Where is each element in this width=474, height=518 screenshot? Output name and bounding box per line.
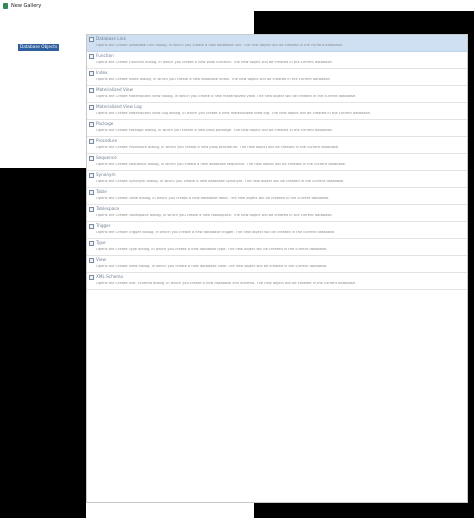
item-description: Opens the Create XML Schema dialog, in w…	[96, 282, 356, 285]
item-head: Synonym	[89, 172, 464, 179]
item-head: Type	[89, 240, 464, 247]
item-label: Table	[96, 189, 107, 195]
item-description: Opens the Create Function dialog, in whi…	[96, 61, 333, 64]
item-description: Opens the Create Materialized View dialo…	[96, 95, 357, 98]
list-item[interactable]: Materialized View Opens the Create Materi…	[87, 86, 467, 103]
materialized-view-log-icon	[89, 105, 94, 110]
item-head: XML Schema	[89, 274, 464, 281]
item-description: Opens the Create Procedure dialog, in wh…	[96, 146, 340, 149]
item-label: Materialized View	[96, 87, 133, 93]
item-label: Tablespace	[96, 206, 120, 212]
item-label: Materialized View Log	[96, 104, 142, 110]
item-head: Procedure	[89, 138, 464, 145]
background-region-left	[0, 168, 86, 518]
item-description: Opens the Create Package dialog, in whic…	[96, 129, 333, 132]
list-item[interactable]: Synonym Opens the Create Synonym dialog, …	[87, 171, 467, 188]
materialized-view-icon	[89, 88, 94, 93]
item-head: Function	[89, 53, 464, 60]
item-description: Opens the Create Tablespace dialog, in w…	[96, 214, 333, 217]
synonym-icon	[89, 173, 94, 178]
item-head: Index	[89, 70, 464, 77]
procedure-icon	[89, 139, 94, 144]
list-item[interactable]: Procedure Opens the Create Procedure dial…	[87, 137, 467, 154]
xml-schema-icon	[89, 275, 94, 280]
item-label: Type	[96, 240, 106, 246]
window-title: New Gallery	[11, 2, 42, 9]
items-list: Database Link Opens the Create Database L…	[86, 34, 468, 503]
index-icon	[89, 71, 94, 76]
item-head: Trigger	[89, 223, 464, 230]
item-description: Opens the Create Type dialog, in which y…	[96, 248, 328, 251]
category-database-objects[interactable]: Database Objects	[18, 44, 60, 51]
item-label: XML Schema	[96, 274, 123, 280]
item-head: Database Link	[89, 36, 464, 43]
item-head: View	[89, 257, 464, 264]
list-item[interactable]: Trigger Opens the Create Trigger dialog, …	[87, 222, 467, 239]
item-head: Package	[89, 121, 464, 128]
item-head: Sequence	[89, 155, 464, 162]
item-description: Opens the Create Table dialog, in which …	[96, 197, 330, 200]
item-description: Opens the Create Materialized View Log d…	[96, 112, 371, 115]
item-label: Function	[96, 53, 114, 59]
item-description: Opens the Create Synonym dialog, in whic…	[96, 180, 345, 183]
list-item[interactable]: Sequence Opens the Create Sequence dialog…	[87, 154, 467, 171]
list-item[interactable]: Tablespace Opens the Create Tablespace di…	[87, 205, 467, 222]
item-description: Opens the Create Database Link dialog, i…	[96, 44, 343, 47]
list-item[interactable]: View Opens the Create View dialog, in whi…	[87, 256, 467, 273]
trigger-icon	[89, 224, 94, 229]
item-label: Index	[96, 70, 108, 76]
item-label: Trigger	[96, 223, 111, 229]
view-icon	[89, 258, 94, 263]
item-head: Materialized View Log	[89, 104, 464, 111]
item-label: Synonym	[96, 172, 116, 178]
table-icon	[89, 190, 94, 195]
item-label: Sequence	[96, 155, 117, 161]
item-head: Materialized View	[89, 87, 464, 94]
list-item[interactable]: Type Opens the Create Type dialog, in whi…	[87, 239, 467, 256]
item-description: Opens the Create Trigger dialog, in whic…	[96, 231, 336, 234]
item-head: Tablespace	[89, 206, 464, 213]
list-item[interactable]: Package Opens the Create Package dialog, …	[87, 120, 467, 137]
function-icon	[89, 54, 94, 59]
item-label: View	[96, 257, 106, 263]
item-description: Opens the Create Sequence dialog, in whi…	[96, 163, 347, 166]
type-icon	[89, 241, 94, 246]
item-description: Opens the Create Index dialog, in which …	[96, 78, 331, 81]
title-bar: New Gallery	[0, 0, 474, 11]
item-label: Package	[96, 121, 114, 127]
item-label: Database Link	[96, 36, 126, 42]
list-item[interactable]: Function Opens the Create Function dialog…	[87, 52, 467, 69]
item-label: Procedure	[96, 138, 118, 144]
list-item[interactable]: Index Opens the Create Index dialog, in w…	[87, 69, 467, 86]
list-item[interactable]: Table Opens the Create Table dialog, in w…	[87, 188, 467, 205]
sequence-icon	[89, 156, 94, 161]
list-item[interactable]: XML Schema Opens the Create XML Schema di…	[87, 273, 467, 290]
item-description: Opens the Create View dialog, in which y…	[96, 265, 328, 268]
list-item[interactable]: Database Link Opens the Create Database L…	[87, 35, 467, 52]
list-item[interactable]: Materialized View Log Opens the Create Ma…	[87, 103, 467, 120]
item-head: Table	[89, 189, 464, 196]
tablespace-icon	[89, 207, 94, 212]
package-icon	[89, 122, 94, 127]
app-icon	[3, 2, 8, 9]
database-link-icon	[89, 37, 94, 42]
